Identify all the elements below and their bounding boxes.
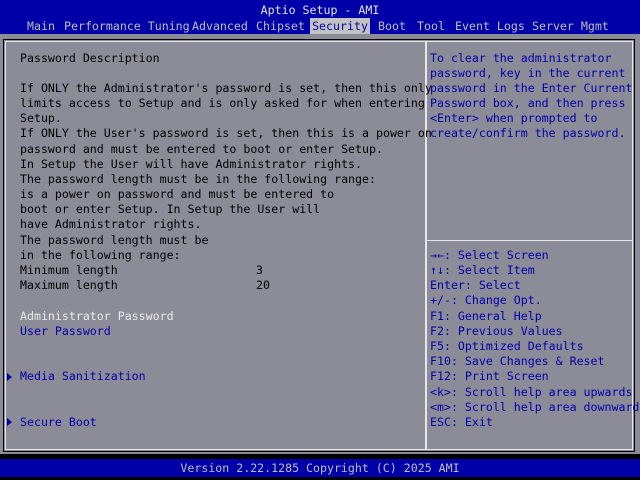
media-sanitization-item[interactable]: Media Sanitization xyxy=(20,369,146,384)
tab-boot[interactable]: Boot xyxy=(378,18,406,34)
maximum-length-label: Maximum length xyxy=(20,278,118,292)
key-hint-previous-values: F2: Previous Values xyxy=(430,324,563,338)
tab-event-logs[interactable]: Event Logs xyxy=(455,18,525,34)
help-separator xyxy=(427,240,633,241)
tab-server-mgmt[interactable]: Server Mgmt xyxy=(532,18,609,34)
key-hint-save-reset: F10: Save Changes & Reset xyxy=(430,354,605,368)
tab-advanced[interactable]: Advanced xyxy=(192,18,248,34)
key-hint-print-screen: F12: Print Screen xyxy=(430,369,549,383)
key-hint-select-item: ↑↓: Select Item xyxy=(430,263,535,277)
description-line: limits access to Setup and is only asked… xyxy=(20,96,425,110)
maximum-length-value: 20 xyxy=(256,278,270,292)
help-text-line: To clear the administrator xyxy=(430,51,612,65)
key-hint-scroll-up: <k>: Scroll help area upwards xyxy=(430,385,633,399)
minimum-length-value: 3 xyxy=(256,263,263,277)
key-hint-enter: Enter: Select xyxy=(430,278,521,292)
help-text-line: password in the Enter Current xyxy=(430,81,633,95)
submenu-arrow-icon xyxy=(7,418,12,426)
description-line: The password length must be in the follo… xyxy=(20,172,376,186)
description-line: In Setup the User will have Administrato… xyxy=(20,157,363,171)
window-title: Aptio Setup - AMI xyxy=(0,0,640,18)
help-text-line: create/confirm the password. xyxy=(430,126,626,140)
key-hint-optimized-defaults: F5: Optimized Defaults xyxy=(430,339,584,353)
panel-divider xyxy=(425,41,427,450)
description-line: is a power on password and must be enter… xyxy=(20,187,335,201)
description-line: boot or enter Setup. In Setup the User w… xyxy=(20,202,321,216)
tab-main[interactable]: Main xyxy=(22,18,60,34)
tab-performance-tuning[interactable]: Performance Tuning xyxy=(64,18,190,34)
tab-security[interactable]: Security xyxy=(310,18,370,34)
key-hint-select-screen: →←: Select Screen xyxy=(430,248,549,262)
description-line: If ONLY the Administrator's password is … xyxy=(20,81,432,95)
key-hint-general-help: F1: General Help xyxy=(430,309,542,323)
minimum-length-label: Minimum length xyxy=(20,263,118,277)
key-hint-change-opt: +/-: Change Opt. xyxy=(430,293,542,307)
description-line: Setup. xyxy=(20,111,62,125)
description-line: The password length must be xyxy=(20,233,209,247)
key-hint-exit: ESC: Exit xyxy=(430,415,493,429)
description-line: have Administrator rights. xyxy=(20,217,202,231)
menu-bar: Main Performance Tuning Advanced Chipset… xyxy=(0,18,640,34)
key-hint-scroll-down: <m>: Scroll help area downwards xyxy=(430,400,640,414)
description-line: in the following range: xyxy=(20,248,181,262)
tab-tool[interactable]: Tool xyxy=(417,18,445,34)
help-text-line: <Enter> when prompted to xyxy=(430,111,598,125)
description-line: If ONLY the User's password is set, then… xyxy=(20,126,432,140)
secure-boot-item[interactable]: Secure Boot xyxy=(20,415,97,430)
submenu-arrow-icon xyxy=(7,373,12,381)
tab-chipset[interactable]: Chipset xyxy=(256,18,305,34)
version-footer: Version 2.22.1285 Copyright (C) 2025 AMI xyxy=(0,459,640,477)
help-text-line: password, key in the current xyxy=(430,66,626,80)
description-line: password and must be entered to boot or … xyxy=(20,142,383,156)
administrator-password-item[interactable]: Administrator Password xyxy=(20,309,174,324)
user-password-item[interactable]: User Password xyxy=(20,324,111,339)
password-description-heading: Password Description xyxy=(20,51,160,65)
help-text-line: Password box, and then press xyxy=(430,96,626,110)
